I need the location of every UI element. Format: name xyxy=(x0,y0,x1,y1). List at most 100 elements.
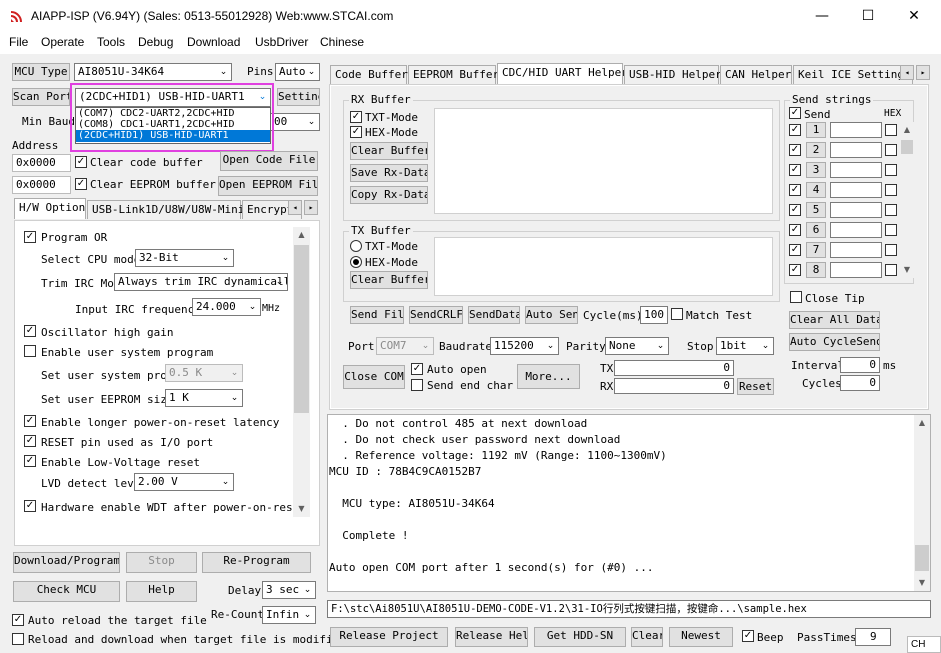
user-sys-checkbox[interactable] xyxy=(24,345,36,357)
code-address-input[interactable]: 0x0000 xyxy=(12,154,71,172)
send-string-input[interactable] xyxy=(830,162,882,178)
cpu-mode-select[interactable]: 32-Bit ⌄ xyxy=(135,249,234,267)
send-data-button[interactable]: SendData xyxy=(468,306,520,324)
menu-debug[interactable]: Debug xyxy=(138,35,173,49)
tab-scroll-left-icon[interactable]: ◂ xyxy=(900,65,914,80)
send-string-button[interactable]: 1 xyxy=(806,122,826,138)
tab-keil-ice[interactable]: Keil ICE Settings xyxy=(793,65,913,84)
min-baud-select[interactable]: 00 ⌄ xyxy=(270,113,320,131)
open-code-file-button[interactable]: Open Code File xyxy=(220,151,318,171)
scroll-down-icon[interactable]: ▼ xyxy=(900,262,914,278)
scan-port-button[interactable]: Scan Port xyxy=(12,88,70,106)
osc-gain-checkbox[interactable]: ✓ xyxy=(24,325,36,337)
maximize-icon[interactable]: ☐ xyxy=(845,6,891,28)
more-button[interactable]: More... xyxy=(517,364,580,389)
send-crlf-button[interactable]: SendCRLF xyxy=(409,306,463,324)
tab-code-buffer[interactable]: Code Buffer xyxy=(330,65,408,84)
clear-log-button[interactable]: Clear xyxy=(631,627,663,647)
minimize-icon[interactable]: — xyxy=(799,6,845,28)
stop-bits-select[interactable]: 1bit ⌄ xyxy=(716,337,774,355)
tab-can-helper[interactable]: CAN Helper xyxy=(720,65,792,84)
send-string-button[interactable]: 3 xyxy=(806,162,826,178)
send-string-button[interactable]: 2 xyxy=(806,142,826,158)
menu-operate[interactable]: Operate xyxy=(41,35,84,49)
close-com-button[interactable]: Close COM xyxy=(343,365,405,389)
lvd-select[interactable]: 2.00 V ⌄ xyxy=(134,473,234,491)
menu-chinese[interactable]: Chinese xyxy=(320,35,364,49)
tx-clear-buffer-button[interactable]: Clear Buffer xyxy=(350,271,428,289)
auto-send-button[interactable]: Auto Send xyxy=(525,306,578,324)
clear-eeprom-checkbox[interactable]: ✓ xyxy=(75,178,87,190)
send-string-enable-checkbox[interactable]: ✓ xyxy=(789,164,801,176)
scroll-thumb[interactable] xyxy=(294,245,309,413)
reset-count-button[interactable]: Reset xyxy=(737,378,774,395)
send-string-enable-checkbox[interactable]: ✓ xyxy=(789,264,801,276)
pins-select[interactable]: Auto ⌄ xyxy=(275,63,320,81)
rx-clear-buffer-button[interactable]: Clear Buffer xyxy=(350,142,428,160)
send-string-hex-checkbox[interactable] xyxy=(885,144,897,156)
send-all-checkbox[interactable]: ✓ xyxy=(789,107,801,119)
send-string-input[interactable] xyxy=(830,222,882,238)
send-string-input[interactable] xyxy=(830,142,882,158)
clear-all-data-button[interactable]: Clear All Data xyxy=(789,311,880,329)
send-string-input[interactable] xyxy=(830,242,882,258)
copy-rx-data-button[interactable]: Copy Rx-Data xyxy=(350,186,428,204)
open-eeprom-file-button[interactable]: Open EEPROM File xyxy=(218,176,318,196)
tab-scroll-right-icon[interactable]: ▸ xyxy=(916,65,930,80)
menu-file[interactable]: File xyxy=(9,35,28,49)
tab-scroll-right-icon[interactable]: ▸ xyxy=(304,200,318,215)
close-tip-checkbox[interactable] xyxy=(790,291,802,303)
send-string-enable-checkbox[interactable]: ✓ xyxy=(789,184,801,196)
scroll-down-icon[interactable]: ▼ xyxy=(914,575,930,591)
send-string-button[interactable]: 4 xyxy=(806,182,826,198)
reload-download-checkbox[interactable] xyxy=(12,633,24,645)
send-string-input[interactable] xyxy=(830,122,882,138)
scroll-up-icon[interactable]: ▲ xyxy=(293,227,310,243)
interval-input[interactable]: 0 xyxy=(840,357,880,373)
send-string-hex-checkbox[interactable] xyxy=(885,224,897,236)
tab-cdc-hid-uart[interactable]: CDC/HID UART Helper xyxy=(497,63,628,84)
tx-txt-radio[interactable] xyxy=(350,240,362,252)
cycles-input[interactable]: 0 xyxy=(840,375,880,391)
tab-usb-hid-helper[interactable]: USB-HID Helper xyxy=(624,65,722,84)
release-help-button[interactable]: Release Help xyxy=(455,627,528,647)
hw-scrollbar[interactable]: ▲ ▼ xyxy=(293,227,310,517)
send-string-hex-checkbox[interactable] xyxy=(885,244,897,256)
send-string-button[interactable]: 8 xyxy=(806,262,826,278)
save-rx-data-button[interactable]: Save Rx-Data xyxy=(350,164,428,182)
help-button[interactable]: Help xyxy=(126,581,197,602)
scroll-up-icon[interactable]: ▲ xyxy=(900,122,914,138)
rx-txt-checkbox[interactable]: ✓ xyxy=(350,111,362,123)
stop-button[interactable]: Stop xyxy=(126,552,197,573)
menu-download[interactable]: Download xyxy=(187,35,240,49)
check-mcu-button[interactable]: Check MCU xyxy=(13,581,120,602)
send-file-button[interactable]: Send File xyxy=(350,306,404,324)
eeprom-address-input[interactable]: 0x0000 xyxy=(12,176,71,194)
tab-usb-link[interactable]: USB-Link1D/U8W/U8W-Mini xyxy=(87,200,244,219)
scroll-thumb[interactable] xyxy=(915,545,929,571)
log-scrollbar[interactable]: ▲ ▼ xyxy=(914,415,930,591)
auto-reload-checkbox[interactable]: ✓ xyxy=(12,614,24,626)
send-string-enable-checkbox[interactable]: ✓ xyxy=(789,244,801,256)
irc-frequency-select[interactable]: 24.000 ⌄ xyxy=(192,298,261,316)
send-string-enable-checkbox[interactable]: ✓ xyxy=(789,224,801,236)
longer-por-checkbox[interactable]: ✓ xyxy=(24,415,36,427)
tab-hw-option[interactable]: H/W Option xyxy=(14,198,86,219)
send-string-hex-checkbox[interactable] xyxy=(885,184,897,196)
rx-data-area[interactable] xyxy=(434,108,773,214)
baudrate-select[interactable]: 115200 ⌄ xyxy=(490,337,559,355)
wdt-checkbox[interactable]: ✓ xyxy=(24,500,36,512)
send-string-button[interactable]: 5 xyxy=(806,202,826,218)
send-string-enable-checkbox[interactable]: ✓ xyxy=(789,124,801,136)
send-string-enable-checkbox[interactable]: ✓ xyxy=(789,144,801,156)
send-string-button[interactable]: 6 xyxy=(806,222,826,238)
rx-hex-checkbox[interactable]: ✓ xyxy=(350,126,362,138)
mcu-type-select[interactable]: AI8051U-34K64 ⌄ xyxy=(74,63,232,81)
tab-scroll-left-icon[interactable]: ◂ xyxy=(288,200,302,215)
release-project-button[interactable]: Release Project xyxy=(330,627,448,647)
tab-eeprom-buffer[interactable]: EEPROM Buffer xyxy=(408,65,499,84)
scroll-thumb[interactable] xyxy=(901,140,913,154)
user-sys-prog-select[interactable]: 0.5 K ⌄ xyxy=(165,364,243,382)
send-end-char-checkbox[interactable] xyxy=(411,379,423,391)
send-string-input[interactable] xyxy=(830,262,882,278)
